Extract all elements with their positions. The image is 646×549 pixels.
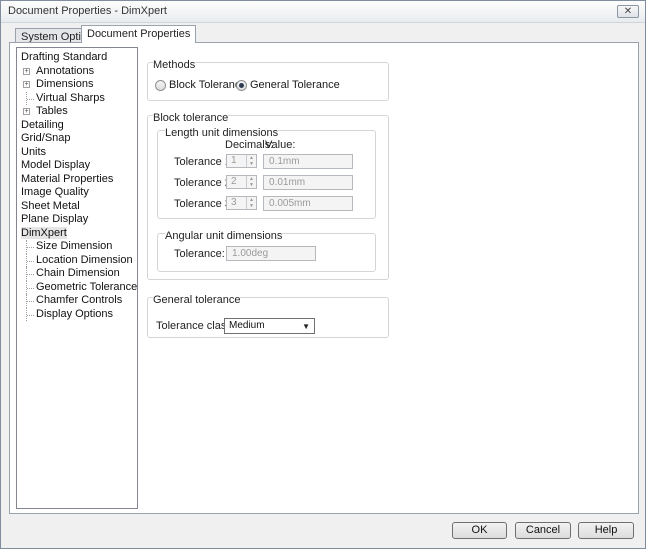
general-tolerance-group: General tolerance Tolerance class: Mediu…: [147, 294, 389, 338]
tolerance-class-value: Medium: [229, 320, 265, 331]
expand-plus-icon[interactable]: +: [23, 67, 30, 75]
tolerance-1-decimals[interactable]: 1 ▲ ▼: [226, 154, 257, 168]
tolerance-2-decimals[interactable]: 2 ▲ ▼: [226, 175, 257, 189]
angular-unit-group: Angular unit dimensions Tolerance: 1.00d…: [157, 230, 376, 272]
tree-item-label: Grid/Snap: [21, 132, 71, 144]
tree-item[interactable]: Chamfer Controls: [17, 294, 137, 308]
tree-item-label: Plane Display: [21, 213, 89, 225]
chevron-down-icon[interactable]: ▼: [302, 320, 310, 334]
tree-connector: [27, 314, 34, 316]
tree-item[interactable]: Sheet Metal: [17, 200, 137, 214]
cancel-button[interactable]: Cancel: [515, 522, 571, 539]
value-header: Value:: [265, 139, 296, 151]
tree-item[interactable]: DimXpert: [17, 226, 137, 241]
window-title: Document Properties - DimXpert: [8, 5, 167, 17]
spin-arrows-icon[interactable]: ▲ ▼: [246, 155, 256, 167]
block-tolerance-group: Block tolerance Length unit dimensions D…: [147, 112, 389, 280]
block-tolerance-radio[interactable]: Block Tolerance: [155, 79, 246, 91]
tree-item[interactable]: Image Quality: [17, 186, 137, 200]
tree-connector: [27, 287, 34, 289]
tree-item[interactable]: Geometric Tolerance: [17, 280, 138, 294]
tree-item-label: Size Dimension: [36, 240, 113, 252]
tree-item[interactable]: Drafting Standard: [17, 51, 137, 65]
tree-item-label: Drafting Standard: [21, 51, 108, 63]
tree-item[interactable]: Size Dimension: [17, 240, 137, 254]
tree-item-label: Image Quality: [21, 186, 89, 198]
tolerance-1-label: Tolerance 1:: [174, 156, 234, 168]
tolerance-3-label: Tolerance 3:: [174, 198, 234, 210]
general-tolerance-radio[interactable]: General Tolerance: [236, 79, 340, 91]
tree-item[interactable]: Grid/Snap: [17, 132, 137, 146]
close-icon[interactable]: ✕: [617, 5, 639, 18]
tree-item[interactable]: Plane Display: [17, 213, 137, 227]
tree-item-label: Geometric Tolerance: [36, 280, 138, 293]
tree-item[interactable]: Display Options: [17, 307, 137, 321]
tree-item-label: Virtual Sharps: [36, 91, 105, 104]
length-unit-group: Length unit dimensions Decimals: Value: …: [157, 127, 376, 219]
angular-unit-title: Angular unit dimensions: [165, 230, 283, 242]
tree-item-label: Chain Dimension: [36, 267, 120, 279]
tolerance-3-value-field[interactable]: 0.005mm: [263, 196, 353, 211]
radio-circle[interactable]: [236, 79, 247, 91]
options-tree[interactable]: Drafting Standard + Annotations + Dimensions…: [16, 47, 138, 509]
tree-connector: [27, 274, 34, 275]
tolerance-2-value-field[interactable]: 0.01mm: [263, 175, 353, 190]
tree-item[interactable]: + Annotations: [17, 65, 137, 79]
tree-item-label: Dimensions: [36, 78, 94, 90]
expand-plus-icon[interactable]: +: [23, 81, 30, 88]
title-bar: Document Properties - DimXpert ✕: [1, 1, 645, 23]
tree-item[interactable]: Units: [17, 146, 137, 160]
tolerance-1-value-field[interactable]: 0.1mm: [263, 154, 353, 169]
dialog-window: Document Properties - DimXpert ✕ System …: [0, 0, 646, 549]
tree-item[interactable]: Virtual Sharps: [17, 91, 137, 105]
help-button[interactable]: Help: [578, 522, 634, 539]
tree-item-label: Location Dimension: [36, 253, 133, 266]
general-tolerance-label: General Tolerance: [250, 79, 340, 91]
radio-circle[interactable]: [155, 79, 166, 91]
tree-item[interactable]: Material Properties: [17, 173, 137, 187]
tree-item-label: Sheet Metal: [21, 199, 80, 212]
tolerance-2-label: Tolerance 2:: [174, 177, 234, 189]
expand-plus-icon[interactable]: +: [23, 108, 30, 115]
tree-connector: [27, 260, 34, 262]
tree-connector: [27, 247, 34, 248]
tree-item-label: DimXpert: [21, 226, 67, 239]
tree-item[interactable]: + Dimensions: [17, 78, 137, 92]
tolerance-2-decimals-value: 2: [231, 176, 237, 187]
tree-item[interactable]: Location Dimension: [17, 253, 137, 267]
tree-item[interactable]: Detailing: [17, 119, 137, 133]
angular-tolerance-label: Tolerance:: [174, 248, 225, 260]
tree-item-label: Display Options: [36, 307, 114, 320]
tab-document-properties[interactable]: Document Properties: [81, 25, 197, 43]
length-unit-title: Length unit dimensions: [165, 127, 279, 139]
angular-tolerance-field[interactable]: 1.00deg: [226, 246, 316, 261]
spin-arrows-icon[interactable]: ▲ ▼: [246, 176, 256, 188]
tolerance-class-select[interactable]: Medium ▼: [224, 318, 315, 334]
general-tolerance-title: General tolerance: [153, 294, 241, 306]
spin-arrows-icon[interactable]: ▲ ▼: [246, 197, 256, 209]
tree-item-label: Model Display: [21, 159, 91, 171]
tree-item-label: Detailing: [21, 118, 64, 131]
ok-button[interactable]: OK: [452, 522, 507, 539]
tree-item-label: Annotations: [36, 64, 95, 77]
tab-panel: Drafting Standard + Annotations + Dimensions…: [9, 42, 639, 514]
tree-item[interactable]: Model Display: [17, 159, 137, 173]
tree-connector: [27, 301, 34, 302]
tree-item[interactable]: Chain Dimension: [17, 267, 137, 281]
block-tolerance-title: Block tolerance: [153, 112, 229, 124]
tolerance-3-decimals-value: 3: [231, 197, 237, 208]
tree-item-label: Material Properties: [21, 172, 114, 185]
methods-group: Methods Block Tolerance General Toleranc…: [147, 59, 389, 101]
tolerance-3-decimals[interactable]: 3 ▲ ▼: [226, 196, 257, 210]
tree-item-label: Chamfer Controls: [36, 294, 123, 306]
methods-title: Methods: [153, 59, 196, 71]
block-tolerance-label: Block Tolerance: [169, 79, 247, 91]
tree-connector: [27, 98, 34, 100]
tree-item-label: Units: [21, 145, 47, 158]
tree-item-label: Tables: [36, 105, 68, 117]
tolerance-1-decimals-value: 1: [231, 155, 237, 166]
tree-item[interactable]: + Tables: [17, 105, 137, 119]
